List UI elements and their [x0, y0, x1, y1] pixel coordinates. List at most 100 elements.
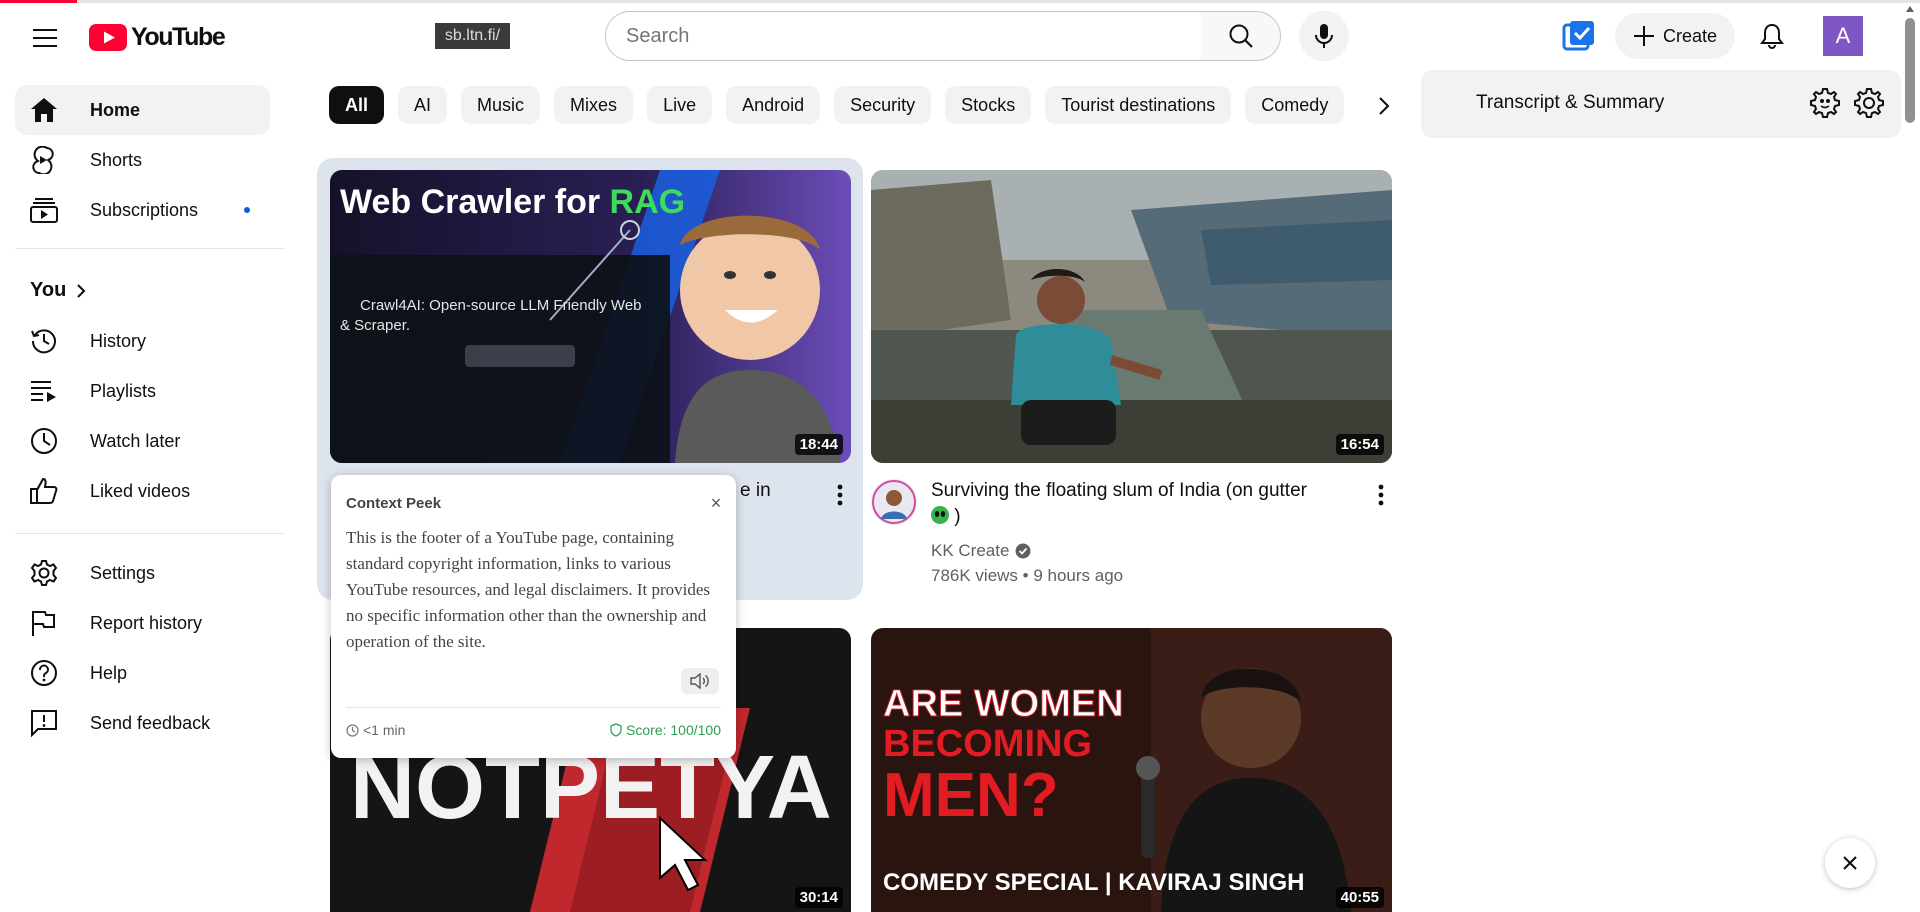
youtube-logo[interactable]: YouTube: [89, 23, 226, 52]
home-icon: [31, 98, 57, 122]
sidebar-item-report-history[interactable]: Report history: [15, 598, 270, 648]
checkbox-extension-icon[interactable]: [1562, 19, 1596, 53]
thumbnail-floating-slum: [871, 170, 1392, 463]
thumb-line-1: ARE WOMEN: [883, 683, 1124, 725]
video-title-fragment[interactable]: e in: [740, 478, 771, 504]
scroll-up-arrow-icon[interactable]: [1905, 5, 1915, 13]
transcript-summary-panel[interactable]: Transcript & Summary: [1421, 70, 1901, 138]
video-thumbnail[interactable]: 16:54: [871, 170, 1392, 463]
sidebar-item-label: Send feedback: [90, 712, 211, 733]
floating-close-button[interactable]: [1825, 838, 1875, 888]
playlists-icon: [31, 381, 56, 402]
channel-avatar[interactable]: [871, 479, 917, 525]
watch-later-icon: [31, 428, 57, 454]
sidebar-item-label: Watch later: [90, 430, 181, 451]
gear-icon[interactable]: [1853, 87, 1885, 119]
search-icon: [1229, 24, 1253, 48]
logo-text: YouTube: [131, 23, 226, 51]
channel-avatar-image: [871, 479, 917, 525]
help-icon: [31, 660, 57, 686]
video-menu-button[interactable]: [1369, 480, 1393, 510]
more-vertical-icon: [1378, 484, 1384, 506]
channel-name-row[interactable]: KK Create: [931, 538, 1031, 563]
sidebar-item-watch-later[interactable]: Watch later: [15, 416, 270, 466]
channel-name: KK Create: [931, 541, 1010, 560]
video-title[interactable]: Surviving the floating slum of India (on…: [931, 478, 1361, 530]
video-thumbnail[interactable]: Web Crawler for RAG Crawl4AI: Open-sourc…: [330, 170, 851, 463]
chip-music[interactable]: Music: [461, 86, 541, 124]
create-label: Create: [1662, 25, 1718, 46]
sidebar-item-settings[interactable]: Settings: [15, 548, 270, 598]
search-button[interactable]: [1201, 11, 1281, 61]
sidebar-item-liked-videos[interactable]: Liked videos: [15, 466, 270, 516]
thumb-title-b: RAG: [610, 183, 686, 221]
account-avatar[interactable]: A: [1823, 16, 1863, 56]
chip-ai[interactable]: AI: [398, 86, 448, 124]
sidebar-item-shorts[interactable]: Shorts: [15, 135, 270, 185]
sidebar-item-history[interactable]: History: [15, 316, 270, 366]
svg-text:Web Crawler for RAG: Web Crawler for RAG: [340, 183, 685, 221]
create-button[interactable]: Create: [1615, 13, 1735, 59]
video-thumbnail[interactable]: ARE WOMEN BECOMING MEN? COMEDY SPECIAL |…: [871, 628, 1392, 912]
sidebar-item-send-feedback[interactable]: Send feedback: [15, 698, 270, 748]
chip-tourist-destinations[interactable]: Tourist destinations: [1045, 86, 1232, 124]
you-label: You: [30, 279, 67, 301]
hamburger-icon: [33, 29, 57, 47]
thumb-heading: Crawl4AI: Open-source LLM Friendly Web: [360, 297, 642, 314]
duration-badge: 40:55: [1335, 887, 1384, 908]
video-title-line2: ): [954, 506, 961, 527]
duration-badge: 16:54: [1335, 434, 1384, 455]
chip-comedy[interactable]: Comedy: [1245, 86, 1345, 124]
sidebar-divider: [15, 533, 285, 534]
sidebar-item-label: Report history: [90, 612, 203, 633]
chip-all[interactable]: All: [329, 86, 385, 124]
video-menu-button[interactable]: [828, 480, 852, 510]
sidebar-item-home[interactable]: Home: [15, 85, 270, 135]
relevance-score-value: Score: 100/100: [626, 722, 721, 738]
sidebar-item-label: Shorts: [90, 149, 143, 170]
search-input[interactable]: [626, 24, 1202, 48]
extension-badge[interactable]: sb.ltn.fi/: [435, 23, 510, 49]
youtube-page: YouTube sb.ltn.fi/ Create A Home Shorts: [0, 0, 1920, 912]
sidebar-item-subscriptions[interactable]: Subscriptions: [15, 185, 270, 235]
context-peek-body: This is the footer of a YouTube page, co…: [346, 528, 711, 651]
page-scrollbar-thumb[interactable]: [1905, 18, 1915, 123]
chevron-right-icon: [1379, 97, 1390, 115]
chip-security[interactable]: Security: [834, 86, 932, 124]
alien-emoji-icon: [931, 506, 949, 524]
you-section-header[interactable]: You: [30, 279, 86, 302]
relevance-score: Score: 100/100: [610, 722, 721, 738]
context-peek-title: Context Peek: [346, 495, 442, 512]
chip-live[interactable]: Live: [647, 86, 713, 124]
sidebar-item-playlists[interactable]: Playlists: [15, 366, 270, 416]
chip-stocks[interactable]: Stocks: [945, 86, 1032, 124]
context-peek-divider: [346, 707, 721, 708]
thumb-line-2: BECOMING: [883, 723, 1092, 765]
search-box[interactable]: [605, 11, 1203, 61]
flag-icon: [32, 611, 55, 636]
guide-menu-button[interactable]: [24, 17, 66, 59]
read-aloud-button[interactable]: [681, 668, 719, 694]
chevron-right-icon: [77, 283, 86, 298]
voice-search-button[interactable]: [1299, 11, 1349, 61]
notifications-button[interactable]: [1751, 15, 1793, 57]
subscriptions-icon: [30, 198, 58, 223]
context-peek-popup: Context Peek × This is the footer of a Y…: [331, 475, 736, 758]
category-chips: All AI Music Mixes Live Android Security…: [329, 86, 1345, 126]
chips-next-button[interactable]: [1364, 86, 1404, 126]
new-content-dot: [244, 207, 250, 213]
sidebar-item-label: Liked videos: [90, 480, 191, 501]
gear-icon: [30, 560, 58, 586]
thumb-footer: COMEDY SPECIAL | KAVIRAJ SINGH: [883, 869, 1304, 896]
chip-android[interactable]: Android: [726, 86, 821, 124]
speaker-icon: [690, 673, 709, 689]
chip-mixes[interactable]: Mixes: [554, 86, 634, 124]
thumbs-up-icon: [30, 477, 58, 504]
sidebar: Home Shorts Subscriptions You History Pl…: [0, 68, 300, 912]
duration-badge: 18:44: [794, 434, 843, 455]
ai-brain-icon[interactable]: [1809, 87, 1841, 119]
sidebar-item-label: Playlists: [90, 380, 157, 401]
sidebar-item-help[interactable]: Help: [15, 648, 270, 698]
context-peek-close-button[interactable]: ×: [706, 493, 726, 513]
youtube-logo-icon: [89, 24, 127, 51]
